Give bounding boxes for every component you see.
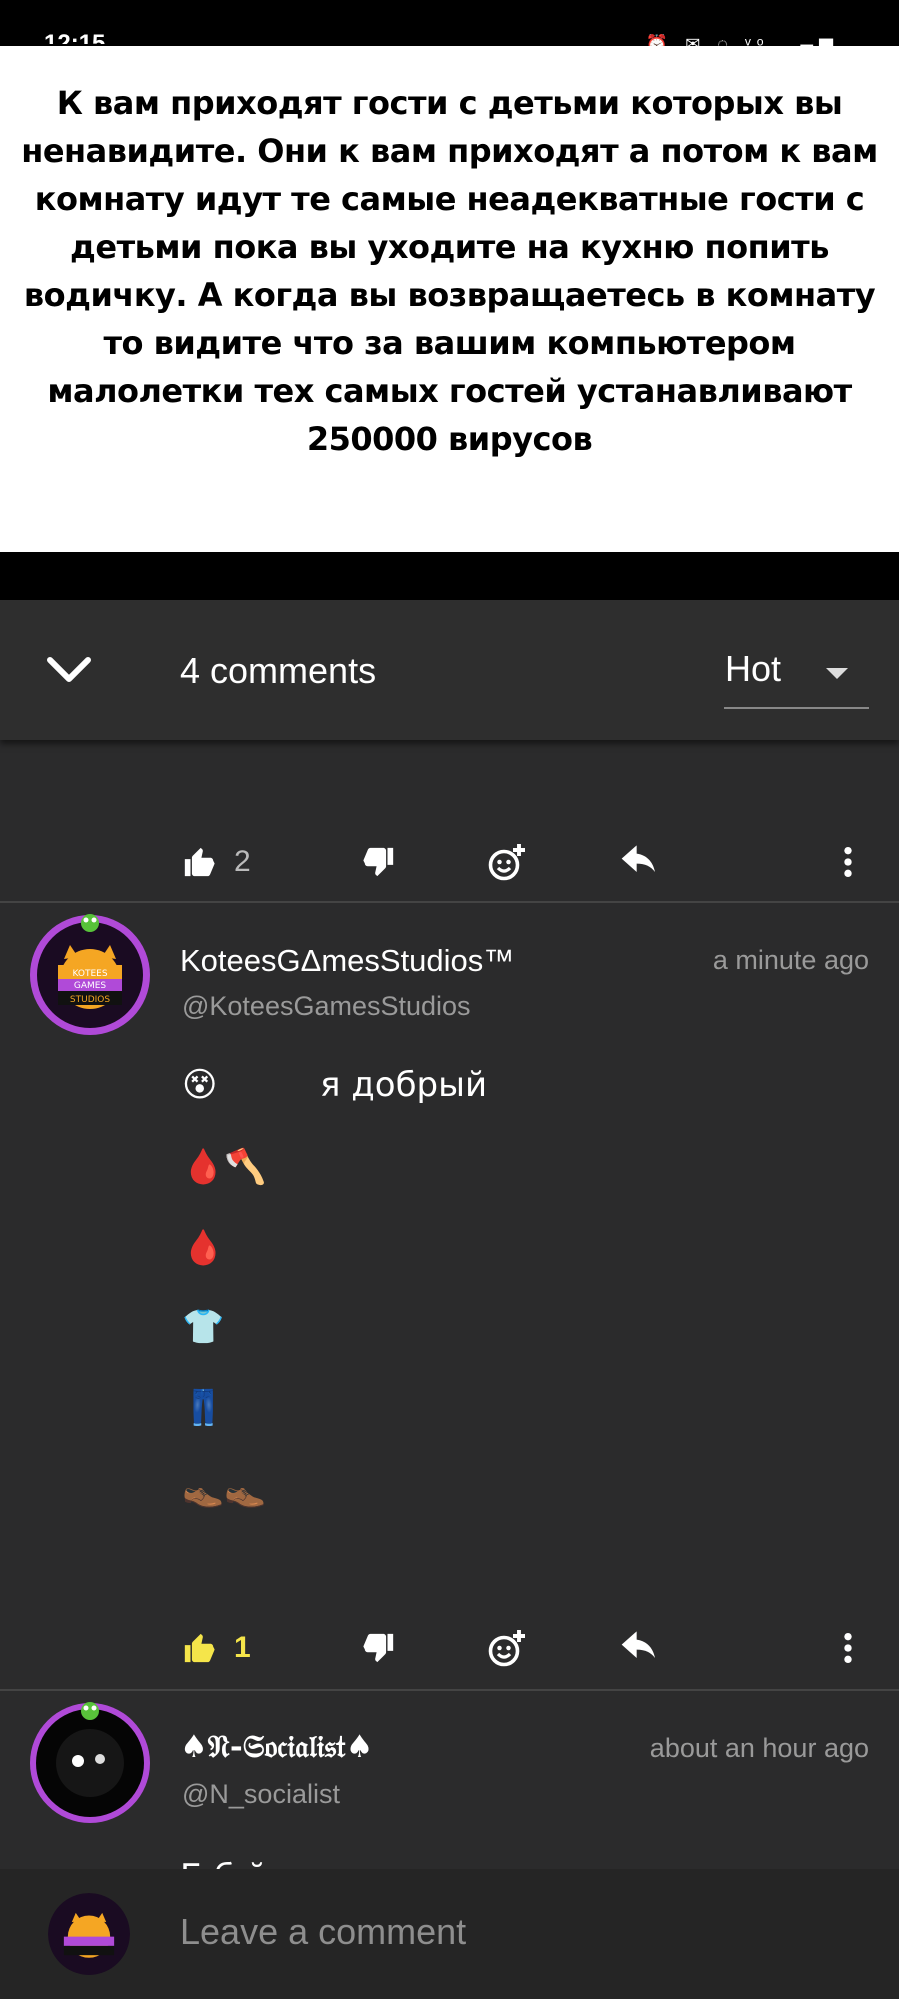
reply-button[interactable] bbox=[620, 1618, 660, 1678]
comment-actions: 2 bbox=[0, 832, 899, 892]
comment-time: a minute ago bbox=[712, 945, 869, 975]
comment-handle[interactable]: @KoteesGamesStudios bbox=[182, 991, 471, 1022]
add-reaction-icon bbox=[488, 1630, 525, 1667]
react-button[interactable] bbox=[486, 1618, 528, 1678]
reply-button[interactable] bbox=[620, 832, 660, 892]
avatar bbox=[48, 1893, 130, 1975]
comments-count: 4 comments bbox=[180, 650, 377, 691]
like-count: 2 bbox=[234, 845, 251, 878]
comment-input[interactable]: Leave a comment bbox=[180, 1911, 466, 1953]
comment-divider bbox=[0, 1689, 899, 1691]
like-button[interactable]: 1 bbox=[182, 1618, 251, 1678]
comment-author[interactable]: KoteesGΔmesStudios™ bbox=[180, 943, 514, 979]
comment-emoji-line: 👕 bbox=[182, 1307, 225, 1347]
avatar-text-1: KOTEES bbox=[72, 969, 107, 979]
thumbs-up-icon bbox=[184, 1633, 215, 1663]
comment-author[interactable]: ♠𝔑-𝔖𝔬𝔠𝔦𝔞𝔩𝔦𝔰𝔱♠ bbox=[180, 1729, 373, 1766]
comment-text: я добрый bbox=[320, 1065, 488, 1105]
thumbs-down-icon bbox=[363, 847, 394, 877]
status-bar: 12:15 ⏰ ✉ ◌ ᵛᵒ ▂▄▆ bbox=[0, 0, 899, 47]
thumbs-down-icon bbox=[363, 1633, 394, 1663]
avatar[interactable]: KOTEES GAMES STUDIOS bbox=[28, 913, 152, 1037]
thumbs-up-icon bbox=[184, 847, 215, 877]
avatar-text-3: STUDIOS bbox=[70, 995, 110, 1005]
dislike-button[interactable] bbox=[362, 1618, 396, 1678]
caret-down-icon bbox=[826, 668, 848, 679]
post-image: К вам приходят гости с детьми которых вы… bbox=[0, 46, 899, 552]
reply-icon bbox=[621, 1631, 655, 1658]
more-vertical-icon bbox=[844, 1632, 852, 1664]
reply-icon bbox=[621, 845, 655, 872]
like-button[interactable]: 2 bbox=[182, 832, 251, 892]
add-reaction-icon bbox=[488, 844, 525, 881]
comment-composer[interactable]: Leave a comment bbox=[0, 1869, 899, 1999]
comment-handle[interactable]: @N_socialist bbox=[182, 1779, 340, 1810]
post-gap bbox=[0, 552, 899, 600]
comment-divider bbox=[0, 901, 899, 903]
avatar-text-2: GAMES bbox=[74, 981, 107, 991]
comment-emoji: 😵 bbox=[182, 1065, 218, 1105]
dislike-button[interactable] bbox=[362, 832, 396, 892]
sort-label: Hot bbox=[725, 648, 782, 689]
comment-actions: 1 bbox=[0, 1618, 899, 1678]
more-vertical-icon bbox=[844, 846, 852, 878]
sort-dropdown[interactable]: Hot bbox=[724, 632, 869, 709]
comment-emoji-line: 🩸 bbox=[182, 1228, 225, 1268]
comments-header: 4 comments Hot bbox=[0, 600, 899, 740]
comment-text: Б б й bbox=[180, 1857, 268, 1869]
react-button[interactable] bbox=[486, 832, 528, 892]
comment-list[interactable]: 2 KOTEES GAMES STUDIOS KoteesGΔmesStudio… bbox=[0, 740, 899, 1869]
post-image-text: К вам приходят гости с детьми которых вы… bbox=[21, 84, 878, 458]
chevron-down-icon[interactable] bbox=[44, 652, 94, 688]
more-options-button[interactable] bbox=[842, 832, 854, 892]
like-count: 1 bbox=[234, 1631, 251, 1664]
comment-emoji-line: 👖 bbox=[182, 1388, 225, 1428]
comment-emoji-line: 👞👞 bbox=[182, 1470, 267, 1510]
more-options-button[interactable] bbox=[842, 1618, 854, 1678]
comment-emoji-line: 🩸🪓 bbox=[182, 1147, 267, 1187]
avatar[interactable] bbox=[28, 1701, 152, 1825]
comment-time: about an hour ago bbox=[649, 1733, 869, 1763]
